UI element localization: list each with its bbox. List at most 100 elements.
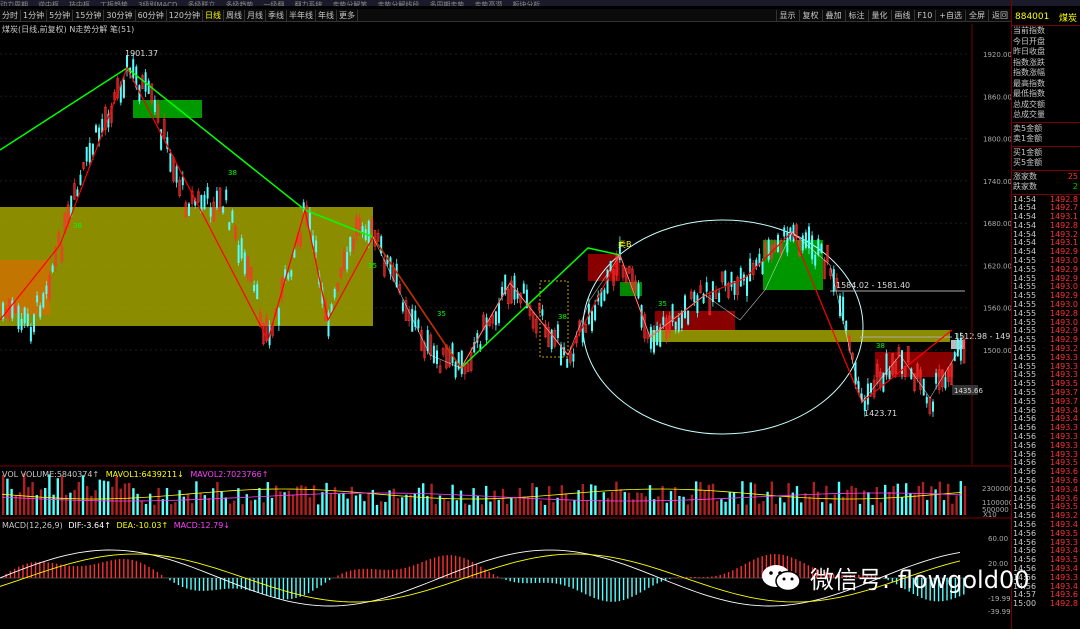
volume-bar <box>325 482 328 515</box>
zs-box-green <box>133 100 202 118</box>
volume-bar <box>304 486 307 515</box>
volume-bar <box>191 503 194 515</box>
tick-list[interactable]: 14:54 1492.8 14:54 1492.7 14:54 1493.1 14:54 14… <box>1012 195 1080 609</box>
price-tick: 1920.00 <box>983 51 1011 59</box>
volume-bar <box>921 481 925 515</box>
candle-body <box>888 370 891 380</box>
volume-bar <box>867 492 870 515</box>
volume-bar <box>787 483 790 515</box>
volume-bar <box>569 501 572 515</box>
candle-body <box>315 240 318 253</box>
candle-body <box>801 235 804 251</box>
candle-body <box>845 320 848 331</box>
volume-bar <box>556 497 559 515</box>
quote-row: 跌家数 2 <box>1012 182 1080 193</box>
volume-bar <box>430 483 433 515</box>
volume-bar <box>821 502 824 515</box>
volume-tick: 2300000 <box>982 485 1011 493</box>
candle-body <box>33 314 35 333</box>
volume-bar <box>762 501 765 515</box>
volume-bar <box>359 494 362 515</box>
watermark: 微信号: flowgold00 <box>760 560 1030 595</box>
quote-row: 指数涨跌 <box>1012 58 1080 69</box>
quote-row: 今日开盘 <box>1012 37 1080 48</box>
candle-body <box>656 325 659 346</box>
volume-bar <box>287 490 290 515</box>
quote-row: 卖5金额 <box>1012 124 1080 135</box>
price-tick: 1800.00 <box>983 136 1011 144</box>
volume-bar <box>107 481 110 515</box>
volume-bar <box>388 490 391 515</box>
candle-body <box>209 207 212 217</box>
volume-bar <box>669 491 673 515</box>
volume-bar <box>329 493 332 515</box>
volume-bar <box>527 496 530 515</box>
volume-bar <box>23 473 26 515</box>
volume-bar <box>493 490 496 515</box>
candle-body <box>680 311 683 329</box>
volume-bar <box>741 481 744 515</box>
price-tick: 1680.00 <box>983 220 1011 228</box>
volume-bar <box>619 489 622 515</box>
candle-body <box>922 378 925 396</box>
candle-body <box>290 270 293 277</box>
candle-body <box>333 288 336 298</box>
volume-bar <box>615 481 618 515</box>
candle-body <box>637 283 640 299</box>
volume-bar <box>758 503 761 515</box>
volume-bar <box>132 488 135 515</box>
kline-chart[interactable]: 1901.37 1423.71 1584.02 - 1581.40 1512.98 -… <box>0 0 1011 629</box>
volume-bar <box>417 487 421 515</box>
tick-time: 15:00 <box>1013 599 1037 609</box>
volume-bar <box>745 504 748 515</box>
volume-bar <box>35 495 38 515</box>
candle-body <box>696 295 699 314</box>
candle-body <box>26 313 29 326</box>
candle-body <box>454 361 457 378</box>
candle-body <box>677 317 680 332</box>
quote-label: 昨日收盘 <box>1013 47 1045 56</box>
quote-value: 25 <box>1067 171 1078 181</box>
quote-row: 昨日收盘 <box>1012 47 1080 58</box>
volume-bar <box>426 495 429 515</box>
candle-body <box>76 189 79 197</box>
volume-bar <box>690 494 694 515</box>
volume-bar <box>913 494 916 515</box>
candle-body <box>959 337 962 361</box>
candle-body <box>817 238 820 255</box>
candle-body <box>783 227 786 237</box>
volume-bar <box>39 489 43 515</box>
candle-body <box>367 220 370 244</box>
candle-body <box>742 274 745 281</box>
candle-body <box>277 308 280 326</box>
volume-bar <box>73 489 76 515</box>
candle-body <box>718 292 721 303</box>
quote-row: 当前指数 <box>1012 26 1080 37</box>
dea-label: DEA:-10.03↑ <box>116 521 169 530</box>
candle-body <box>426 330 429 352</box>
quote-label: 总成交额 <box>1013 99 1045 109</box>
volume-bar <box>464 503 467 515</box>
volume-bar <box>56 478 59 515</box>
candle-body <box>206 187 209 199</box>
volume-bar <box>153 504 156 515</box>
volume-bar <box>275 485 278 515</box>
candle-body <box>932 401 934 412</box>
candle-body <box>820 244 823 253</box>
volume-bar <box>182 496 185 515</box>
candle-body <box>45 285 48 294</box>
volume-bar <box>350 486 353 515</box>
candle-body <box>566 358 569 368</box>
candle-body <box>188 203 190 216</box>
candle-body <box>395 263 398 288</box>
tick-price: 1492.8 <box>1050 599 1078 609</box>
stock-name: 煤炭 <box>1058 13 1077 24</box>
candle-body <box>687 310 690 325</box>
volume-bar <box>128 482 131 515</box>
mavol1-label: MAVOL1:6439211↓ <box>105 470 184 479</box>
candle-body <box>572 353 575 362</box>
volume-bar <box>346 498 349 515</box>
volume-bar <box>451 484 454 515</box>
volume-bar <box>699 482 702 515</box>
volume-bar <box>405 494 408 515</box>
